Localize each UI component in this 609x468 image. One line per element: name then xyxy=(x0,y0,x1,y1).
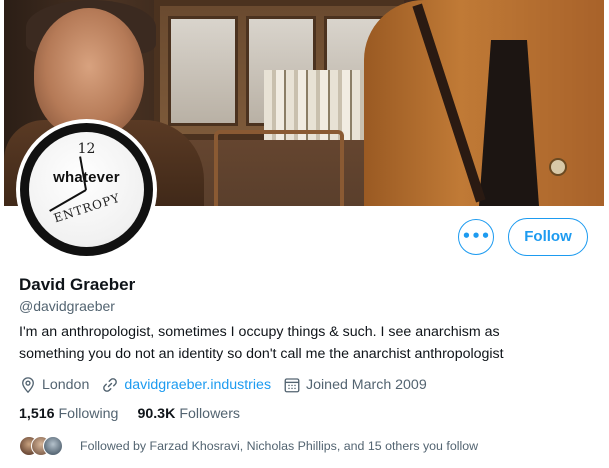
location-text: London xyxy=(42,377,90,393)
banner-chair xyxy=(214,130,344,206)
follow-button[interactable]: Follow xyxy=(508,218,588,256)
location-pin-icon xyxy=(22,377,34,394)
calendar-icon xyxy=(284,378,300,393)
following-count: 1,516 xyxy=(19,406,55,422)
followers-label: Followers xyxy=(179,406,241,422)
more-icon: ••• xyxy=(461,227,491,245)
profile-avatar[interactable]: 12 whatever ENTROPY xyxy=(16,119,157,260)
profile-stats: 1,516 Following 90.3K Followers xyxy=(19,406,259,422)
bio-line: I'm an anthropologist, sometimes I occup… xyxy=(19,324,500,340)
profile-meta: London davidgraeber.industries Joined Ma… xyxy=(19,375,439,395)
clock-word: whatever xyxy=(53,169,120,186)
followed-by[interactable]: Followed by Farzad Khosravi, Nicholas Ph… xyxy=(19,436,478,456)
profile-name: David Graeber xyxy=(19,275,136,294)
website-link[interactable]: davidgraeber.industries xyxy=(124,377,271,393)
cabinet-pane xyxy=(168,16,238,126)
follower-avatar xyxy=(43,436,63,456)
followers-link[interactable]: 90.3K Followers xyxy=(137,406,240,422)
bio-line: something you do not an identity so don'… xyxy=(19,346,504,362)
more-button[interactable]: ••• xyxy=(458,219,494,255)
profile-handle: @davidgraeber xyxy=(19,298,115,314)
profile-website[interactable]: davidgraeber.industries xyxy=(101,376,271,394)
followed-by-avatars xyxy=(19,436,69,456)
following-link[interactable]: 1,516 Following xyxy=(19,406,118,422)
profile-location: London xyxy=(19,376,89,394)
link-icon xyxy=(103,378,118,392)
following-label: Following xyxy=(58,406,119,422)
profile-joined: Joined March 2009 xyxy=(283,376,427,394)
banner-coat-button xyxy=(549,158,567,176)
joined-text: Joined March 2009 xyxy=(306,377,427,393)
followed-by-text: Followed by Farzad Khosravi, Nicholas Ph… xyxy=(80,439,479,453)
profile-bio: I'm an anthropologist, sometimes I occup… xyxy=(19,321,599,365)
followers-count: 90.3K xyxy=(137,406,176,422)
clock-number: 12 xyxy=(77,141,96,157)
